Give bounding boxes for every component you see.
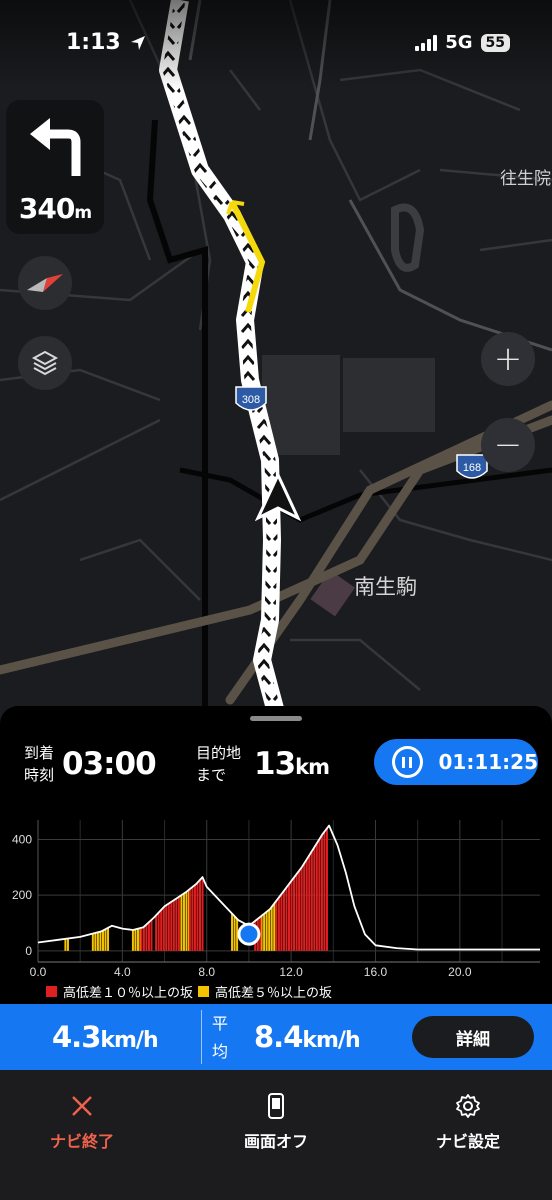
elapsed-time: 01:11:25 — [438, 750, 539, 774]
legend-steep-5-label: 高低差５％以上の坂 — [215, 986, 333, 1001]
arrival-label-line1: 到着 — [24, 744, 55, 762]
nav-settings-label: ナビ設定 — [435, 1132, 500, 1151]
elevation-chart[interactable]: 0.0 4.0 8.0 12.0 16.0 20.0 0 200 400 — [0, 806, 552, 1006]
place-label-minami: 南生駒 — [354, 575, 417, 599]
x-tick-label-1: 4.0 — [114, 965, 131, 979]
x-tick-label-4: 16.0 — [364, 965, 388, 979]
gear-icon — [456, 1094, 480, 1118]
svg-text:308: 308 — [242, 394, 260, 406]
route-shield-308: 308 — [235, 386, 267, 411]
average-label-line1: 平 — [212, 1014, 229, 1033]
network-type: 5G — [445, 32, 473, 53]
x-tick-label-3: 12.0 — [279, 965, 303, 979]
legend-steep-10-label: 高低差１０％以上の坂 — [63, 986, 194, 1001]
average-label: 平 均 — [212, 1010, 228, 1066]
zoom-out-label: − — [493, 425, 523, 465]
detail-button-label: 詳細 — [456, 1029, 490, 1050]
destination-distance-value: 13 — [254, 746, 296, 782]
signal-icon — [415, 34, 438, 51]
map-layers-button[interactable] — [18, 336, 72, 390]
x-tick-label-5: 20.0 — [448, 965, 472, 979]
screen-off-label: 画面オフ — [243, 1132, 308, 1151]
legend-steep-5: 高低差５％以上の坂 — [198, 982, 332, 1001]
zoom-in-label: + — [493, 339, 523, 379]
current-speed: 4.3km/h — [52, 1020, 159, 1054]
destination-label: 目的地 まで — [196, 742, 241, 786]
screen-off-button[interactable]: 画面オフ — [206, 1092, 346, 1152]
compass-icon — [27, 274, 63, 292]
status-bar: 1:13 5G 55 — [0, 0, 552, 90]
bottom-toolbar: ナビ終了 画面オフ ナビ設定 — [0, 1070, 552, 1200]
svg-text:168: 168 — [463, 462, 481, 474]
destination-distance-unit: km — [295, 755, 330, 779]
pause-timer-button[interactable]: 01:11:25 — [374, 739, 538, 785]
average-label-line2: 均 — [212, 1042, 229, 1061]
nav-settings-button[interactable]: ナビ設定 — [398, 1092, 538, 1152]
end-navigation-button[interactable]: ナビ終了 — [12, 1092, 152, 1152]
zoom-in-button[interactable]: + — [481, 332, 535, 386]
battery-icon: 55 — [480, 33, 510, 52]
route-shield-168: 168 — [456, 454, 488, 479]
y-tick-label-2: 400 — [12, 832, 32, 846]
destination-distance: 13km — [254, 746, 330, 782]
close-icon — [72, 1096, 92, 1116]
place-label-ojoin: 往生院 — [500, 169, 551, 189]
layers-icon — [31, 350, 59, 376]
current-speed-unit: km/h — [100, 1028, 158, 1053]
y-tick-label-0: 0 — [25, 944, 32, 958]
current-position-marker — [237, 922, 261, 946]
turn-distance-unit: m — [74, 203, 92, 223]
arrival-time: 03:00 — [62, 746, 157, 782]
status-time: 1:13 — [66, 30, 146, 55]
zoom-out-button[interactable]: − — [481, 418, 535, 472]
pause-icon — [392, 746, 423, 778]
average-speed-unit: km/h — [302, 1028, 360, 1053]
average-speed-value: 8.4 — [254, 1020, 303, 1054]
detail-button[interactable]: 詳細 — [412, 1016, 534, 1058]
current-speed-value: 4.3 — [52, 1020, 101, 1054]
turn-distance: 340m — [6, 192, 104, 225]
arrival-label: 到着 時刻 — [24, 742, 54, 786]
y-tick-label-1: 200 — [12, 888, 32, 902]
average-speed: 8.4km/h — [254, 1020, 361, 1054]
clock-text: 1:13 — [66, 30, 121, 55]
phone-icon — [268, 1093, 284, 1119]
navigation-info-panel: 到着 時刻 03:00 目的地 まで 13km 01:11:25 0.0 4.0 8… — [0, 706, 552, 1200]
legend-steep-10: 高低差１０％以上の坂 — [46, 982, 193, 1001]
drag-handle[interactable] — [250, 716, 302, 721]
legend-red-swatch — [46, 986, 57, 997]
turn-left-icon — [30, 118, 81, 176]
next-turn-card[interactable]: 340m — [6, 100, 104, 234]
x-tick-label-2: 8.0 — [198, 965, 215, 979]
location-arrow-icon — [131, 36, 146, 50]
compass-button[interactable] — [18, 256, 72, 310]
legend-yellow-swatch — [198, 986, 209, 997]
arrival-label-line2: 時刻 — [24, 766, 55, 784]
speed-bar: 4.3km/h 平 均 8.4km/h 詳細 — [0, 1004, 552, 1070]
end-navigation-label: ナビ終了 — [49, 1132, 114, 1151]
speed-divider — [201, 1010, 202, 1064]
x-tick-label-0: 0.0 — [30, 965, 47, 979]
turn-distance-value: 340 — [18, 192, 75, 225]
battery-level: 55 — [485, 34, 505, 51]
destination-label-line1: 目的地 — [196, 744, 242, 762]
destination-label-line2: まで — [196, 766, 227, 784]
